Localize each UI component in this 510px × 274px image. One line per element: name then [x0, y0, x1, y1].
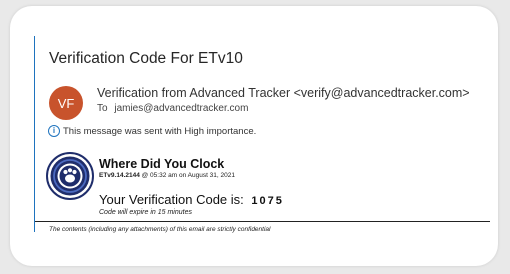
- brand-title: Where Did You Clock: [99, 157, 225, 171]
- divider: [35, 221, 490, 222]
- recipient-line: To jamies@advancedtracker.com: [97, 103, 248, 114]
- importance-banner: i This message was sent with High import…: [48, 125, 256, 137]
- paw-logo-icon: [46, 152, 94, 200]
- version-number: ETv9.14.2144: [99, 172, 140, 179]
- importance-text: This message was sent with High importan…: [63, 125, 257, 137]
- verification-code: 1075: [251, 195, 284, 207]
- to-label: To: [97, 103, 108, 114]
- confidentiality-disclaimer: The contents (including any attachments)…: [49, 226, 271, 233]
- email-subject: Verification Code For ETv10: [49, 50, 243, 67]
- expiry-note: Code will expire in 15 minutes: [99, 209, 192, 216]
- verification-code-line: Your Verification Code is: 1075: [99, 192, 284, 207]
- sender-avatar[interactable]: VF: [49, 86, 83, 120]
- info-icon: i: [48, 125, 60, 137]
- sender-initials: VF: [57, 95, 75, 111]
- sender-line[interactable]: Verification from Advanced Tracker <veri…: [97, 86, 470, 100]
- recipient-address[interactable]: jamies@advancedtracker.com: [114, 103, 248, 114]
- code-label: Your Verification Code is:: [99, 192, 244, 207]
- version-line: ETv9.14.2144 @ 05:32 am on August 31, 20…: [99, 172, 235, 179]
- version-timestamp: @ 05:32 am on August 31, 2021: [141, 172, 235, 179]
